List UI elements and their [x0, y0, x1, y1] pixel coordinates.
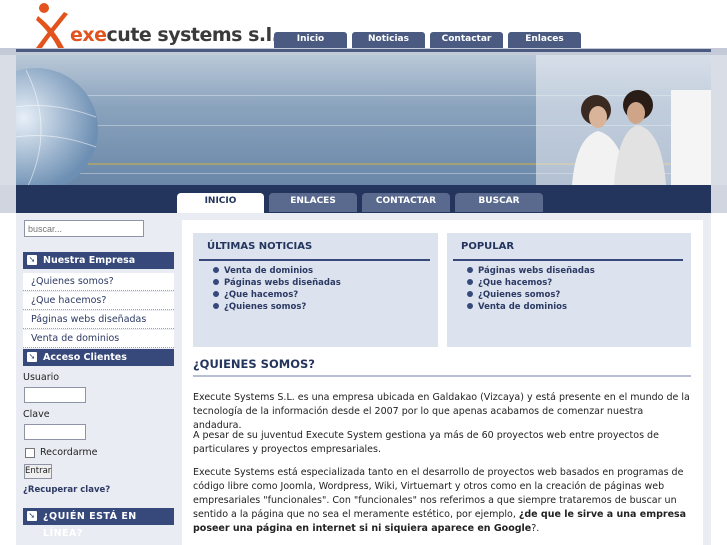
top-band-inner	[16, 49, 711, 52]
article-title-rule	[193, 375, 691, 377]
arrow-icon: ➘	[27, 352, 37, 362]
popular-item[interactable]: ¿Quienes somos?	[467, 290, 560, 300]
bullet-icon	[467, 303, 473, 309]
top-tab-contactar[interactable]: Contactar	[430, 32, 503, 49]
search-input[interactable]	[24, 220, 144, 237]
popular-item[interactable]: Venta de dominios	[467, 302, 567, 312]
recuperar-clave-link[interactable]: ¿Recuperar clave?	[23, 485, 110, 495]
news-item[interactable]: ¿Que hacemos?	[213, 290, 298, 300]
bullet-icon	[467, 291, 473, 297]
news-box: ÚLTIMAS NOTICIAS Venta de dominios Págin…	[193, 233, 438, 347]
bullet-icon	[213, 267, 219, 273]
bullet-icon	[213, 291, 219, 297]
popular-box-title: POPULAR	[461, 241, 515, 252]
logo[interactable]: execute systems s.l.	[34, 2, 279, 48]
popular-item[interactable]: Páginas webs diseñadas	[467, 266, 595, 276]
people-photo	[536, 55, 711, 185]
bullet-icon	[213, 303, 219, 309]
recordarme-checkbox[interactable]	[25, 448, 35, 458]
popular-item[interactable]: ¿Que hacemos?	[467, 278, 552, 288]
clave-input[interactable]	[24, 424, 86, 440]
popular-box: POPULAR Páginas webs diseñadas ¿Que hace…	[447, 233, 691, 347]
banner-illustration	[16, 55, 711, 185]
news-item[interactable]: Venta de dominios	[213, 266, 313, 276]
recordarme-label: Recordarme	[40, 447, 98, 458]
usuario-input[interactable]	[24, 387, 86, 403]
logo-x-icon	[36, 3, 68, 48]
top-tab-inicio[interactable]: Inicio	[274, 32, 347, 49]
bullet-icon	[467, 279, 473, 285]
nav-right-margin	[711, 185, 727, 213]
logo-text: execute systems s.l.	[70, 24, 279, 46]
arrow-icon: ➘	[27, 255, 37, 265]
sidebar-item-que-hacemos[interactable]: ¿Que hacemos?	[23, 292, 174, 310]
popular-box-rule	[453, 259, 683, 261]
sidebar-heading-acceso: ➘ Acceso Clientes	[23, 349, 174, 366]
article-paragraph-1: Execute Systems S.L. es una empresa ubic…	[193, 392, 690, 431]
news-box-rule	[199, 259, 430, 261]
news-box-title: ÚLTIMAS NOTICIAS	[207, 241, 313, 252]
nav-tab-enlaces[interactable]: ENLACES	[269, 193, 357, 212]
nav-tab-contactar[interactable]: CONTACTAR	[362, 193, 450, 212]
bullet-icon	[213, 279, 219, 285]
article-paragraph-3: Execute Systems está especializada tanto…	[193, 467, 687, 534]
page: execute systems s.l. Inicio Noticias Con…	[0, 0, 727, 545]
usuario-label: Usuario	[23, 372, 60, 383]
top-tab-noticias[interactable]: Noticias	[352, 32, 425, 49]
news-item[interactable]: ¿Quienes somos?	[213, 302, 306, 312]
sidebar-heading-online: ➘ ¿QUIÉN ESTÁ EN LÍNEA?	[23, 508, 174, 539]
sidebar-heading-empresa: ➘ Nuestra Empresa	[23, 252, 174, 269]
sidebar-item-quienes[interactable]: ¿Quienes somos?	[23, 273, 174, 291]
arrow-icon: ➘	[27, 511, 37, 521]
entrar-button[interactable]: Entrar	[24, 464, 52, 479]
nav-left-margin	[0, 185, 16, 213]
sidebar-item-dominios[interactable]: Venta de dominios	[23, 330, 174, 348]
header-banner	[16, 55, 711, 185]
sidebar-item-paginas[interactable]: Páginas webs diseñadas	[23, 311, 174, 329]
nav-tab-inicio[interactable]: INICIO	[177, 193, 264, 213]
banner-right-margin	[711, 55, 727, 185]
globe-icon	[16, 68, 98, 185]
article-title: ¿QUIENES SOMOS?	[193, 357, 315, 371]
clave-label: Clave	[23, 409, 50, 420]
nav-tab-buscar[interactable]: BUSCAR	[455, 193, 543, 212]
news-item[interactable]: Páginas webs diseñadas	[213, 278, 341, 288]
top-tab-enlaces[interactable]: Enlaces	[508, 32, 581, 49]
banner-left-margin	[0, 55, 16, 185]
article-paragraph-2: A pesar de su juventud Execute System ge…	[193, 430, 659, 455]
bullet-icon	[467, 267, 473, 273]
